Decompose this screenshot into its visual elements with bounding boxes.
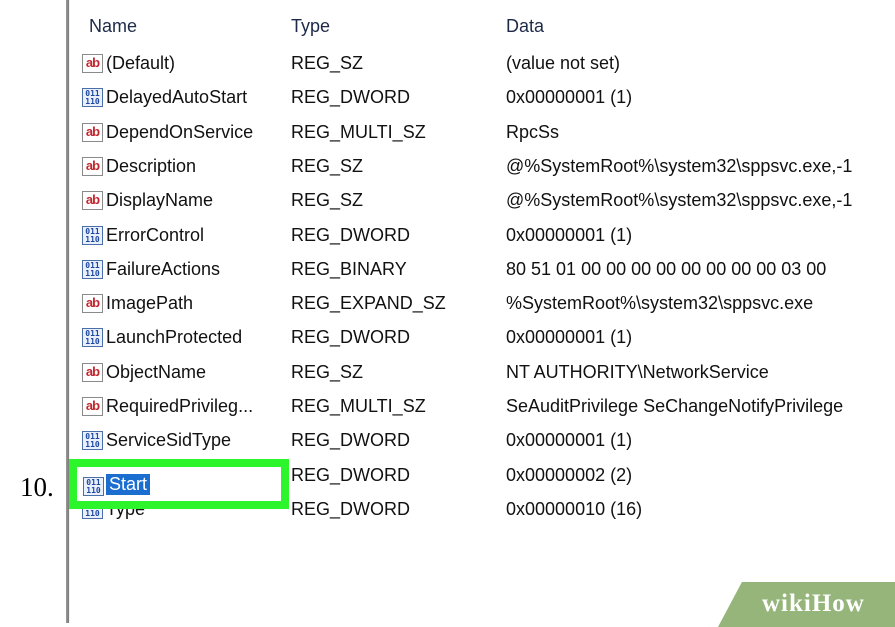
value-data-cell: 0x00000001 (1) bbox=[506, 327, 633, 348]
value-type-cell: REG_SZ bbox=[291, 155, 364, 176]
column-header-type[interactable]: Type bbox=[291, 16, 330, 37]
table-row[interactable]: ab RequiredPrivileg... REG_MULTI_SZ SeAudit… bbox=[69, 396, 895, 430]
table-row[interactable]: 011 110 ErrorControl REG_DWORD 0x00000001 (1… bbox=[69, 225, 895, 259]
watermark-text-how: How bbox=[811, 590, 865, 617]
value-name-label: DependOnService bbox=[106, 121, 254, 142]
column-header-row: Name Type Data bbox=[69, 16, 895, 50]
value-type-cell: REG_DWORD bbox=[291, 87, 411, 108]
value-type-cell: REG_EXPAND_SZ bbox=[291, 293, 446, 314]
value-data-cell: %SystemRoot%\system32\sppsvc.exe bbox=[506, 293, 814, 314]
string-value-icon: ab bbox=[82, 397, 103, 416]
table-row[interactable]: 011 110 LaunchProtected REG_DWORD 0x00000001… bbox=[69, 327, 895, 361]
value-data-cell: NT AUTHORITY\NetworkService bbox=[506, 361, 769, 382]
value-type-cell: REG_BINARY bbox=[291, 258, 407, 279]
binary-value-icon: 011110 bbox=[83, 477, 104, 496]
panel-edge-shadow bbox=[66, 0, 70, 623]
string-value-icon: ab bbox=[82, 191, 103, 211]
value-type-cell: REG_SZ bbox=[291, 361, 364, 382]
value-data-cell: (value not set) bbox=[506, 53, 621, 73]
value-type-cell: REG_DWORD bbox=[291, 464, 411, 485]
value-data-cell: 0x00000001 (1) bbox=[506, 87, 633, 108]
binary-value-icon: 011110 bbox=[82, 328, 103, 348]
value-name-label: DelayedAutoStart bbox=[106, 87, 248, 108]
string-value-icon: ab bbox=[82, 362, 103, 382]
value-type-cell: REG_MULTI_SZ bbox=[291, 396, 426, 416]
table-row[interactable]: ab ObjectName REG_SZ NT AUTHORITY\NetworkSe… bbox=[69, 362, 895, 396]
binary-value-icon: 011110 bbox=[82, 259, 103, 279]
string-value-icon: ab bbox=[82, 122, 103, 142]
value-type-cell: REG_SZ bbox=[291, 53, 364, 73]
column-header-name[interactable]: Name bbox=[89, 16, 137, 37]
table-row[interactable]: 011 110 FailureActions REG_BINARY 80 51 01 0… bbox=[69, 259, 895, 293]
value-name-label: ImagePath bbox=[106, 293, 194, 314]
value-data-cell: 0x00000010 (16) bbox=[506, 498, 643, 519]
value-data-cell: 80 51 01 00 00 00 00 00 00 00 00 03 00 bbox=[506, 258, 827, 279]
value-name-label: LaunchProtected bbox=[106, 327, 243, 348]
value-name-label: RequiredPrivileg... bbox=[106, 396, 254, 416]
binary-value-icon: 011110 bbox=[82, 88, 103, 108]
table-row[interactable]: 011 110 DelayedAutoStart REG_DWORD 0x0000000… bbox=[69, 87, 895, 121]
step-number: 10. bbox=[20, 472, 54, 502]
rename-input[interactable]: Start bbox=[106, 474, 151, 495]
value-data-cell: @%SystemRoot%\system32\sppsvc.exe,-1 bbox=[506, 155, 853, 176]
value-data-cell: RpcSs bbox=[506, 121, 560, 142]
binary-value-icon: 011110 bbox=[82, 225, 103, 245]
watermark-logo: wikiHow bbox=[762, 590, 865, 618]
value-type-cell: REG_SZ bbox=[291, 190, 364, 211]
string-value-icon: ab bbox=[82, 294, 103, 314]
rename-highlight-box: 011 110 Start bbox=[69, 459, 289, 509]
value-type-cell: REG_MULTI_SZ bbox=[291, 121, 426, 142]
binary-value-icon: 011110 bbox=[82, 431, 103, 451]
value-name-label: ServiceSidType bbox=[106, 430, 232, 451]
value-data-cell: @%SystemRoot%\system32\sppsvc.exe,-1 bbox=[506, 190, 853, 211]
table-row[interactable]: ab DependOnService REG_MULTI_SZ RpcSs bbox=[69, 122, 895, 156]
registry-value-list: Name Type Data ab (Default) REG_SZ (value n… bbox=[66, 0, 895, 623]
string-value-icon: ab bbox=[82, 156, 103, 176]
value-data-cell: 0x00000001 (1) bbox=[506, 224, 633, 245]
value-type-cell: REG_DWORD bbox=[291, 498, 411, 519]
table-row[interactable]: ab ImagePath REG_EXPAND_SZ %SystemRoot%\sys… bbox=[69, 293, 895, 327]
rename-field[interactable]: 011 110 Start bbox=[83, 474, 151, 496]
table-row[interactable]: ab (Default) REG_SZ (value not set) bbox=[69, 53, 895, 87]
value-name-label: DisplayName bbox=[106, 190, 214, 211]
table-row[interactable]: ab DisplayName REG_SZ @%SystemRoot%\system3… bbox=[69, 190, 895, 224]
value-name-label: ObjectName bbox=[106, 361, 207, 382]
watermark-text-wiki: wiki bbox=[762, 590, 812, 617]
value-type-cell: REG_DWORD bbox=[291, 327, 411, 348]
string-value-icon: ab bbox=[82, 54, 103, 73]
value-data-cell: 0x00000001 (1) bbox=[506, 430, 633, 451]
value-data-cell: SeAuditPrivilege SeChangeNotifyPrivilege bbox=[506, 396, 844, 416]
column-header-data[interactable]: Data bbox=[506, 16, 544, 37]
value-name-label: FailureActions bbox=[106, 258, 221, 279]
value-name-label: (Default) bbox=[106, 53, 176, 73]
value-type-cell: REG_DWORD bbox=[291, 224, 411, 245]
value-name-label: Description bbox=[106, 155, 197, 176]
table-row[interactable]: ab Description REG_SZ @%SystemRoot%\system3… bbox=[69, 156, 895, 190]
value-data-cell: 0x00000002 (2) bbox=[506, 464, 633, 485]
value-type-cell: REG_DWORD bbox=[291, 430, 411, 451]
value-name-label: ErrorControl bbox=[106, 224, 205, 245]
